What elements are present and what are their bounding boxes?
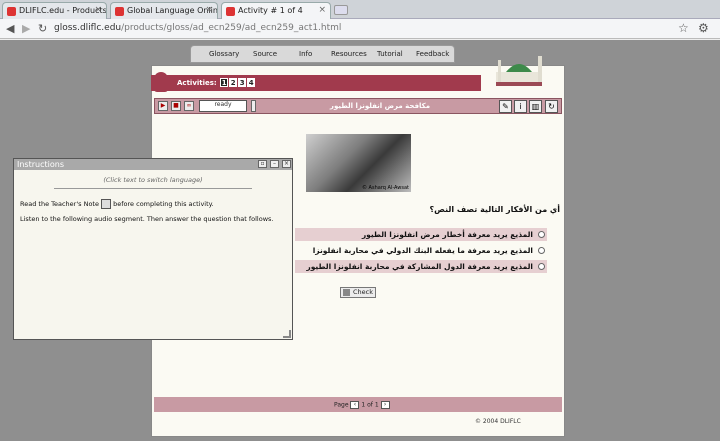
teacher-note-icon[interactable] bbox=[101, 199, 112, 209]
pager: Page ‹ 1 of 1 › bbox=[334, 401, 390, 409]
browser-toolbar: ◀ ▶ ↻ gloss.dliflc.edu/products/gloss/ad… bbox=[0, 19, 720, 39]
bookmark-star-icon[interactable]: ☆ bbox=[678, 21, 689, 35]
reload-icon[interactable]: ↻ bbox=[38, 22, 47, 35]
prev-page-button[interactable]: ‹ bbox=[350, 401, 360, 409]
radio-button[interactable] bbox=[538, 263, 545, 270]
option-label: المذيع يريد معرفة الدول المشاركة في محار… bbox=[306, 262, 533, 271]
radio-button[interactable] bbox=[538, 247, 545, 254]
current-page: 1 bbox=[361, 401, 366, 409]
menu-source[interactable]: Source bbox=[253, 50, 277, 58]
teacher-note-icon[interactable]: ✎ bbox=[499, 100, 512, 113]
wrench-icon[interactable]: ⚙ bbox=[698, 21, 709, 35]
dliflc-logo bbox=[154, 72, 168, 92]
answer-option-1[interactable]: المذيع يريد معرفة أخطار مرض انفلونزا الط… bbox=[295, 228, 547, 241]
favicon-icon bbox=[7, 7, 16, 16]
stop-button[interactable]: ■ bbox=[171, 101, 181, 111]
activity-4-button[interactable]: 4 bbox=[247, 78, 256, 87]
tab-label: Activity # 1 of 4 bbox=[238, 6, 303, 15]
activity-2-button[interactable]: 2 bbox=[229, 78, 238, 87]
tab-global-language-online[interactable]: Global Language Online × bbox=[110, 2, 218, 19]
tab-dliflc[interactable]: DLIFLC.edu - Products × bbox=[2, 2, 107, 19]
bottom-bar: Page ‹ 1 of 1 › bbox=[154, 397, 562, 412]
instructions-window: Instructions ▫ – × (Click text to switch… bbox=[13, 158, 293, 340]
tab-activity[interactable]: Activity # 1 of 4 × bbox=[221, 2, 331, 19]
radio-button[interactable] bbox=[538, 231, 545, 238]
refresh-icon[interactable]: ↻ bbox=[545, 100, 558, 113]
instruction-text: before completing this activity. bbox=[113, 200, 214, 208]
close-tab-icon[interactable]: × bbox=[318, 5, 326, 15]
question-text: أي من الأفكار التالية تصف النص؟ bbox=[429, 205, 560, 214]
tab-label: Global Language Online bbox=[127, 6, 218, 15]
divider bbox=[54, 188, 252, 189]
bird-photo: © Asharq Al-Awsat bbox=[306, 134, 411, 192]
mosque-illustration bbox=[496, 56, 542, 86]
content-title: مكافحة مرض انفلونزا الطيور bbox=[329, 102, 431, 110]
page-label: Page bbox=[334, 401, 349, 409]
favicon-icon bbox=[115, 7, 124, 16]
minimize-icon[interactable]: – bbox=[270, 160, 279, 168]
new-tab-button[interactable] bbox=[334, 5, 348, 15]
address-bar[interactable]: gloss.dliflc.edu/products/gloss/ad_ecn25… bbox=[54, 21, 664, 36]
activity-1-button[interactable]: 1 bbox=[220, 78, 229, 87]
check-button[interactable]: Check bbox=[340, 287, 376, 298]
of-label: of bbox=[367, 401, 373, 409]
url-domain: gloss.dliflc.edu bbox=[54, 23, 122, 33]
answer-option-2[interactable]: المذيع يريد معرفة ما يفعله البنك الدولي … bbox=[295, 244, 547, 268]
next-page-button[interactable]: › bbox=[380, 401, 390, 409]
url-path: /products/gloss/ad_ecn259/ad_ecn259_act1… bbox=[121, 23, 342, 33]
menu-feedback[interactable]: Feedback bbox=[416, 50, 449, 58]
menu-info[interactable]: Info bbox=[299, 50, 312, 58]
browser-tab-bar: DLIFLC.edu - Products × Global Language … bbox=[0, 0, 720, 19]
restore-icon[interactable]: ▫ bbox=[258, 160, 267, 168]
menu-glossary[interactable]: Glossary bbox=[209, 50, 239, 58]
volume-slider[interactable] bbox=[251, 100, 256, 112]
instruction-line-1: Read the Teacher's Note before completin… bbox=[20, 199, 292, 209]
close-tab-icon[interactable]: × bbox=[205, 5, 213, 15]
resize-handle[interactable] bbox=[283, 330, 291, 338]
check-label: Check bbox=[353, 288, 373, 296]
library-icon[interactable]: ▥ bbox=[529, 100, 542, 113]
play-button[interactable]: ▶ bbox=[158, 101, 168, 111]
answer-option-3[interactable]: المذيع يريد معرفة الدول المشاركة في محار… bbox=[295, 260, 547, 273]
loop-button[interactable]: ∞ bbox=[184, 101, 194, 111]
instruction-text: Read the Teacher's Note bbox=[20, 200, 99, 208]
check-icon bbox=[343, 289, 350, 296]
menu-resources[interactable]: Resources bbox=[331, 50, 367, 58]
activities-bar: Activities: 1234 bbox=[151, 75, 481, 91]
instructions-titlebar[interactable]: Instructions ▫ – × bbox=[14, 159, 292, 170]
favicon-icon bbox=[226, 7, 235, 16]
instruction-line-2: Listen to the following audio segment. T… bbox=[20, 215, 274, 223]
photo-caption: © Asharq Al-Awsat bbox=[361, 185, 409, 191]
back-icon[interactable]: ◀ bbox=[6, 22, 14, 35]
total-pages: 1 bbox=[374, 401, 379, 409]
switch-language-link[interactable]: (Click text to switch language) bbox=[14, 176, 292, 184]
activities-label: Activities: bbox=[177, 79, 217, 87]
instructions-title: Instructions bbox=[17, 160, 64, 169]
player-status: ready bbox=[199, 100, 247, 112]
option-label: المذيع يريد معرفة أخطار مرض انفلونزا الط… bbox=[361, 230, 533, 239]
activity-3-button[interactable]: 3 bbox=[238, 78, 247, 87]
close-tab-icon[interactable]: × bbox=[94, 5, 102, 15]
menu-tutorial[interactable]: Tutorial bbox=[377, 50, 403, 58]
info-icon[interactable]: i bbox=[514, 100, 527, 113]
copyright: © 2004 DLIFLC bbox=[475, 418, 521, 425]
player-control-bar: ▶ ■ ∞ ready مكافحة مرض انفلونزا الطيور ✎… bbox=[154, 98, 562, 114]
forward-icon[interactable]: ▶ bbox=[22, 22, 30, 35]
close-icon[interactable]: × bbox=[282, 160, 291, 168]
top-menu: Glossary Source Info Resources Tutorial … bbox=[190, 45, 455, 63]
